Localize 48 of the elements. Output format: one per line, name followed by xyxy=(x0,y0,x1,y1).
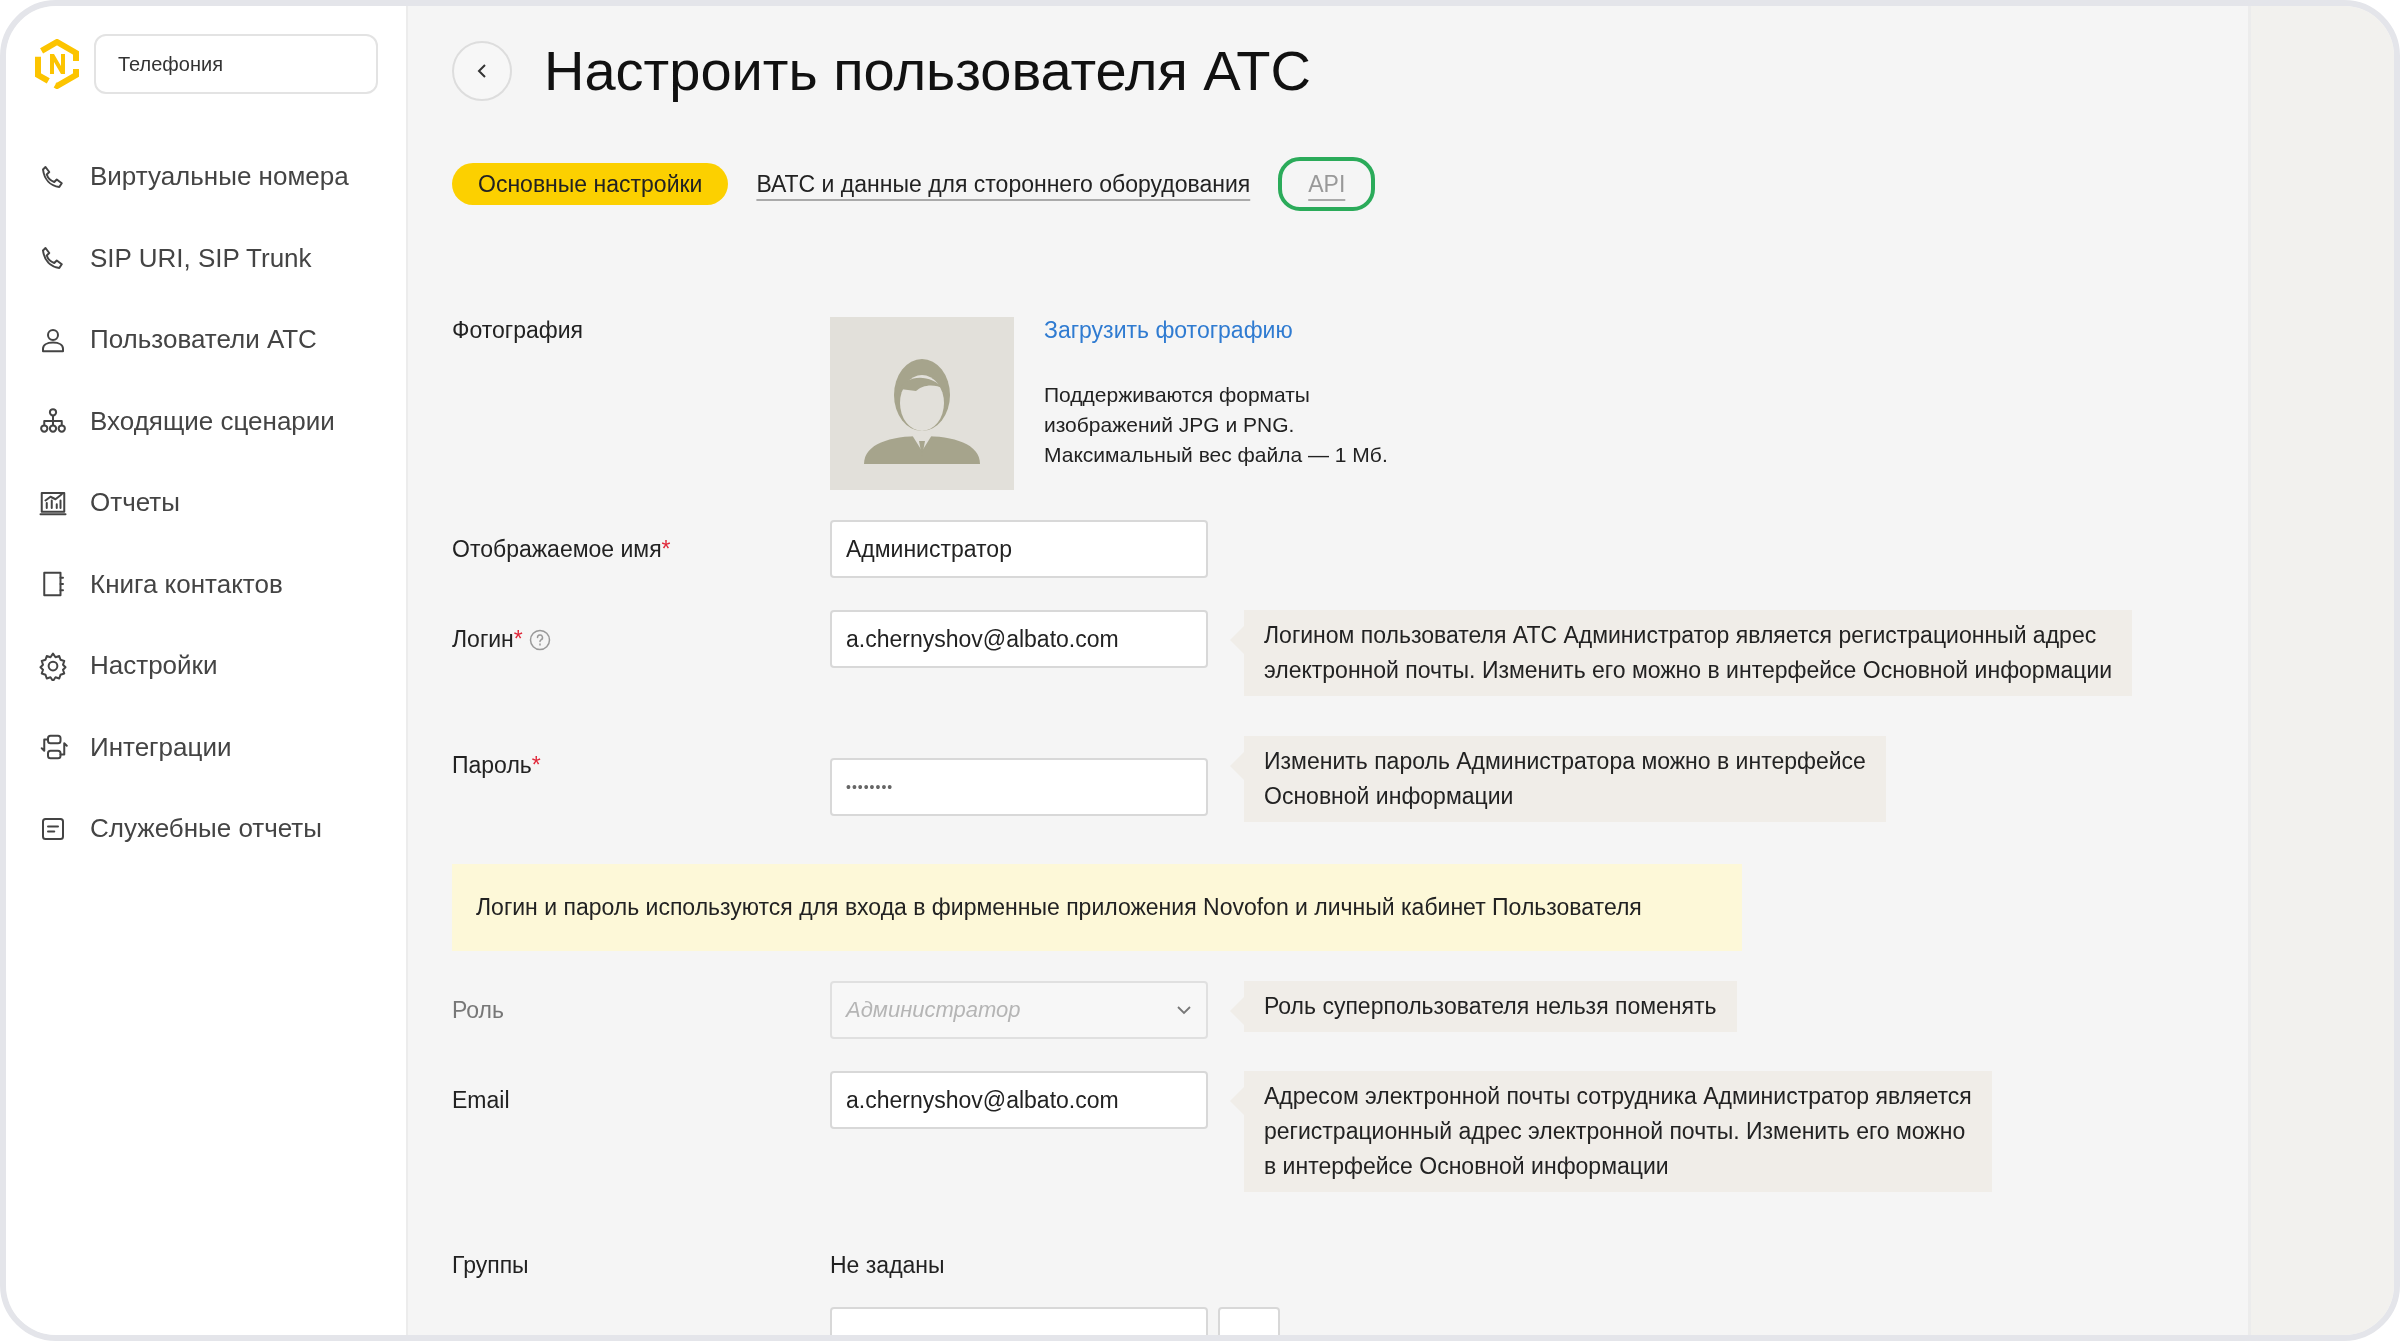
chevron-down-icon xyxy=(1176,1005,1192,1015)
field-label: Роль xyxy=(452,997,505,1024)
sidebar-item-label: Книга контактов xyxy=(90,568,283,600)
notice-banner: Логин и пароль используются для входа в фирменные приложения Novofon и личный кабинет Пользователя xyxy=(452,864,1742,951)
sidebar-item-label: SIP URI, SIP Trunk xyxy=(90,242,312,274)
tab[interactable]: Основные настройки xyxy=(452,163,729,205)
tab[interactable]: ВАТС и данные для стороннего оборудования xyxy=(750,163,1257,205)
sidebar-item-label: Отчеты xyxy=(90,487,180,519)
field-label: Логин xyxy=(452,626,514,653)
sidebar-item[interactable]: Пользователи АТС xyxy=(34,299,406,381)
sidebar-item-label: Пользователи АТС xyxy=(90,324,317,356)
text-field[interactable]: a.chernyshov@albato.com xyxy=(830,610,1208,668)
sidebar-item-label: Входящие сценарии xyxy=(90,405,335,437)
page-title: Настроить пользователя АТС xyxy=(544,38,1311,103)
sidebar-item-label: Настройки xyxy=(90,650,218,682)
text-field[interactable]: Администратор xyxy=(830,520,1208,578)
sidebar-item-label: Виртуальные номера xyxy=(90,161,349,193)
password-field[interactable]: •••••••• xyxy=(830,758,1208,816)
sidebar-item-label: Служебные отчеты xyxy=(90,813,322,845)
logo-icon xyxy=(34,39,80,89)
sidebar-item-label: Интеграции xyxy=(90,731,232,763)
photo-hint: Поддерживаются форматы изображений JPG и PNG. Максимальный вес файла — 1 Мб. xyxy=(1044,382,1388,468)
info-tooltip: Адресом электронной почты сотрудника Администратор является регистрационный адрес электронной почты. Изменить его можно в интерфейсе Основной информации xyxy=(1244,1071,1992,1192)
field-label: Пароль xyxy=(452,752,532,779)
sidebar-item[interactable]: Интеграции xyxy=(34,706,406,788)
required-mark: * xyxy=(513,626,523,653)
sidebar-item[interactable]: Входящие сценарии xyxy=(34,380,406,462)
sidebar-item[interactable]: Виртуальные номера xyxy=(34,136,406,218)
sidebar-item[interactable]: Служебные отчеты xyxy=(34,788,406,870)
sidebar-item[interactable]: Отчеты xyxy=(34,462,406,544)
sidebar-item[interactable]: Настройки xyxy=(34,625,406,707)
field-label: Группы xyxy=(452,1252,529,1279)
field-label: Email xyxy=(452,1087,510,1114)
chevron-left-icon xyxy=(477,62,487,79)
field-label: Отображаемое имя xyxy=(452,536,662,563)
sidebar-item[interactable]: SIP URI, SIP Trunk xyxy=(34,217,406,299)
text-field[interactable]: a.chernyshov@albato.com xyxy=(830,1071,1208,1129)
sidebar-item[interactable]: Книга контактов xyxy=(34,543,406,625)
settings-icon xyxy=(38,650,68,681)
info-tooltip: Логином пользователя АТС Администратор является регистрационный адрес электронной почты. Изменить его можно в интерфейсе Основной информации xyxy=(1244,610,2133,696)
section-selector[interactable]: Телефония xyxy=(94,34,378,94)
upload-photo-link[interactable]: Загрузить фотографию xyxy=(1044,317,1388,344)
groups-value: Не заданы xyxy=(830,1251,945,1279)
help-icon[interactable] xyxy=(528,628,551,651)
field-label: Фотография xyxy=(452,317,584,344)
required-mark: * xyxy=(661,536,671,563)
info-tooltip: Изменить пароль Администратора можно в интерфейсе Основной информации xyxy=(1244,736,1886,822)
required-mark: * xyxy=(531,752,541,779)
